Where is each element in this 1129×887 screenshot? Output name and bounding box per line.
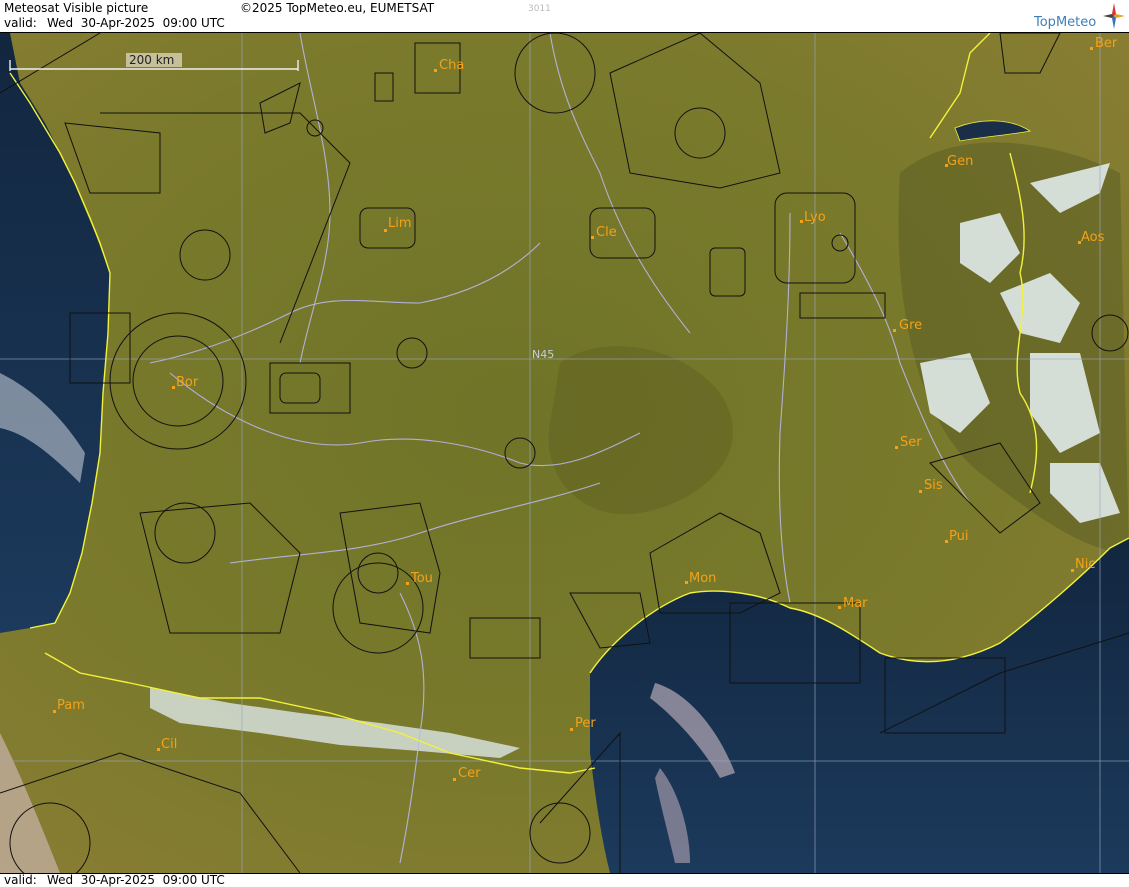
city-label: Cer — [458, 766, 481, 781]
city-cil[interactable]: Cil — [157, 737, 177, 752]
city-label: Aos — [1081, 230, 1105, 245]
city-mar[interactable]: Mar — [838, 596, 868, 611]
city-mon[interactable]: Mon — [685, 571, 716, 586]
city-label: Lim — [388, 216, 412, 231]
city-label: Mar — [843, 596, 868, 611]
city-label: Nic — [1075, 557, 1095, 572]
city-label: Lyo — [804, 210, 826, 225]
satellite-map[interactable]: N45 200 km Cha Ber Gen Lim Cle Lyo Aos G… — [0, 33, 1129, 873]
city-label: Gre — [899, 318, 922, 333]
city-label: Pui — [949, 529, 968, 544]
valid-label: valid: — [4, 16, 37, 30]
city-cer[interactable]: Cer — [453, 766, 481, 781]
compass-star-icon — [1103, 3, 1125, 29]
city-label: Ser — [900, 435, 922, 450]
city-label: Ber — [1095, 36, 1118, 51]
city-ser[interactable]: Ser — [895, 435, 922, 450]
city-label: Gen — [947, 154, 973, 169]
footer-valid-time: Wed 30-Apr-2025 09:00 UTC — [47, 873, 225, 887]
city-ber[interactable]: Ber — [1090, 36, 1118, 51]
copyright-text: ©2025 TopMeteo.eu, EUMETSAT — [240, 1, 435, 15]
city-aos[interactable]: Aos — [1078, 230, 1105, 245]
city-label: Bor — [176, 375, 199, 390]
city-label: Tou — [410, 571, 433, 586]
header-bar: Meteosat Visible picture ©2025 TopMeteo.… — [0, 0, 1129, 33]
city-label: Cil — [161, 737, 177, 752]
city-label: Cle — [596, 225, 617, 240]
city-label: Mon — [689, 571, 716, 586]
city-cha[interactable]: Cha — [434, 58, 464, 73]
city-pui[interactable]: Pui — [945, 529, 968, 544]
footer-bar: valid: Wed 30-Apr-2025 09:00 UTC — [0, 873, 1129, 887]
scale-label: 200 km — [129, 53, 174, 67]
product-code: 3011 — [528, 4, 551, 14]
city-label: Sis — [924, 478, 943, 493]
logo-wordmark: TopMeteo — [1034, 15, 1097, 30]
footer-valid-label: valid: — [4, 873, 37, 887]
valid-time: Wed 30-Apr-2025 09:00 UTC — [47, 16, 225, 30]
topmeteo-logo[interactable]: TopMeteo — [1030, 2, 1128, 32]
product-title: Meteosat Visible picture — [4, 1, 149, 15]
city-lim[interactable]: Lim — [384, 216, 412, 232]
city-pam[interactable]: Pam — [53, 698, 85, 713]
city-nic[interactable]: Nic — [1071, 557, 1095, 572]
city-label: Pam — [57, 698, 85, 713]
city-label: Per — [575, 716, 596, 731]
city-lyo[interactable]: Lyo — [800, 210, 826, 225]
city-label: Cha — [439, 58, 464, 73]
city-tou[interactable]: Tou — [406, 571, 433, 586]
latitude-label: N45 — [532, 348, 554, 361]
city-bor[interactable]: Bor — [172, 375, 199, 390]
map-canvas: N45 200 km Cha Ber Gen Lim Cle Lyo Aos G… — [0, 33, 1129, 873]
city-gen[interactable]: Gen — [945, 154, 973, 169]
